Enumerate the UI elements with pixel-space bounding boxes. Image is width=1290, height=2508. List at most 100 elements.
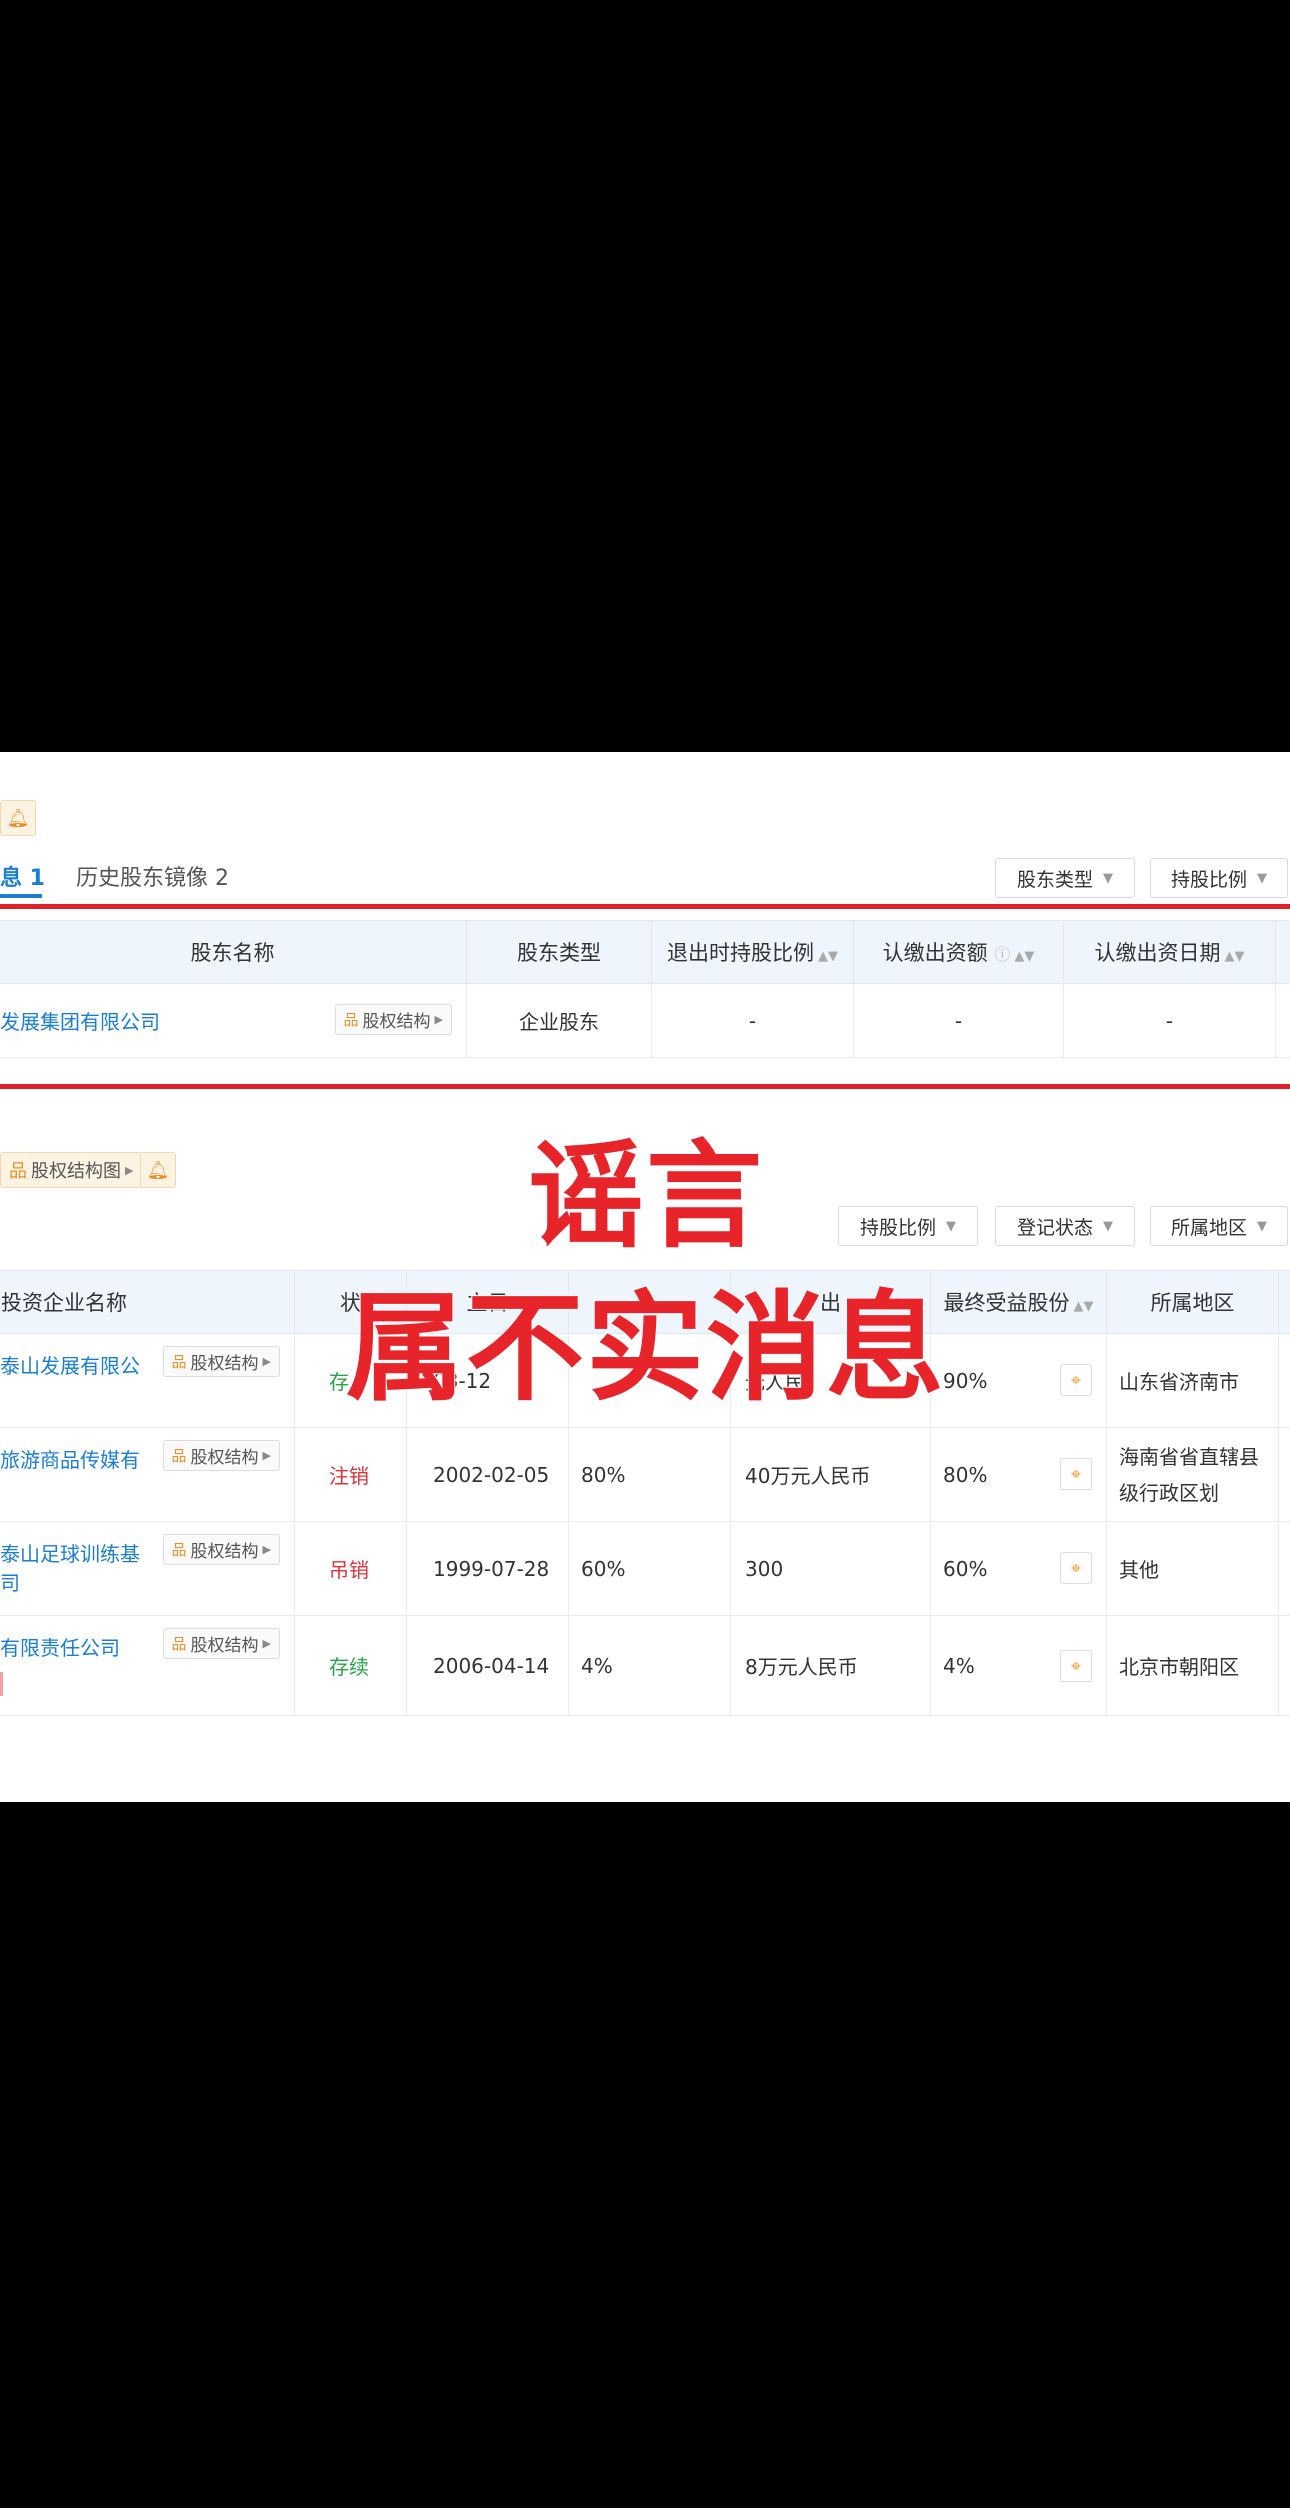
cell-name: 发展集团有限公司 品股权结构 ▶	[0, 983, 467, 1058]
cell-amount: -	[853, 983, 1064, 1058]
shareholder-table: 股东名称 股东类型 退出时持股比例 ▲▼ 认缴出资额 ⓘ ▲▼ 认缴出资日期 ▲▼ 发…	[0, 920, 1290, 1058]
active-tab-indicator	[0, 894, 42, 898]
sort-icon: ▲▼	[1224, 949, 1245, 964]
rumor-caption: 谣言	[527, 1128, 764, 1265]
cell-name: 泰山发展有限公 品股权结构 ▶	[0, 1333, 295, 1428]
col-overflow	[1278, 1270, 1290, 1334]
header-label: 退出时持股比例	[667, 941, 814, 965]
red-highlight-line	[0, 904, 1290, 909]
col-shareholder-name: 股东名称	[0, 920, 467, 984]
tab-history-mirror[interactable]: 历史股东镜像 2	[76, 860, 229, 892]
col-overflow	[1275, 920, 1290, 984]
filter-region[interactable]: 所属地区 ▼	[1150, 1206, 1288, 1246]
company-link[interactable]: 泰山足球训练基	[0, 1542, 140, 1566]
benefit-value: 80%	[943, 1462, 988, 1487]
red-highlight-line	[0, 1084, 1290, 1089]
button-label: 股权结构	[190, 1542, 259, 1562]
company-link[interactable]: 有限责任公司	[0, 1636, 120, 1660]
bell-icon[interactable]: 🔔︎	[140, 1152, 176, 1188]
table-row: 泰山足球训练基 司 品股权结构 ▶ 吊销 1999-07-28 60% 300 6…	[0, 1521, 1290, 1616]
org-chart-icon: 品	[9, 1161, 27, 1182]
cell-region: 海南省省直辖县级行政区划	[1106, 1427, 1279, 1522]
target-icon[interactable]: ⌖	[1060, 1650, 1092, 1682]
cell-date: -	[1063, 983, 1276, 1058]
false-info-caption: 属不实消息	[345, 1278, 947, 1418]
col-subscribed-amount[interactable]: 认缴出资额 ⓘ ▲▼	[853, 920, 1064, 984]
equity-structure-button[interactable]: 品股权结构 ▶	[334, 1004, 452, 1035]
benefit-value: 90%	[943, 1368, 988, 1393]
filter-registration-status[interactable]: 登记状态 ▼	[995, 1206, 1135, 1246]
caret-right-icon: ▶	[434, 1013, 443, 1026]
cell-ratio: 4%	[568, 1615, 731, 1716]
cell-name: 有限责任公司 品股权结构 ▶	[0, 1615, 295, 1716]
cell-region: 其他	[1106, 1521, 1279, 1616]
col-beneficial-share[interactable]: 最终受益股份 ▲▼	[930, 1270, 1107, 1334]
bell-icon[interactable]: 🔔︎	[0, 800, 36, 836]
header-label: 最终受益股份	[943, 1291, 1070, 1315]
cell-status: 吊销	[294, 1521, 407, 1616]
caret-right-icon: ▶	[262, 1543, 271, 1556]
filter-label: 所属地区	[1170, 1216, 1247, 1239]
filter-shareholder-type[interactable]: 股东类型 ▼	[995, 858, 1135, 898]
cell-region: 北京市朝阳区	[1106, 1615, 1279, 1716]
cell-overflow	[1278, 1427, 1290, 1522]
filter-label: 登记状态	[1016, 1216, 1093, 1239]
cell-ratio: 80%	[568, 1427, 731, 1522]
caret-right-icon: ▶	[125, 1163, 134, 1177]
company-link[interactable]: 发展集团有限公司	[0, 1010, 160, 1034]
col-region: 所属地区	[1106, 1270, 1279, 1334]
equity-structure-button[interactable]: 品股权结构 ▶	[162, 1440, 280, 1471]
button-label: 股权结构	[190, 1448, 259, 1468]
caret-right-icon: ▶	[262, 1637, 271, 1650]
cell-name: 泰山足球训练基 司 品股权结构 ▶	[0, 1521, 295, 1616]
cell-benefit: 60% ⌖	[930, 1521, 1107, 1616]
table-row: 发展集团有限公司 品股权结构 ▶ 企业股东 - - -	[0, 983, 1290, 1058]
table-row: 有限责任公司 品股权结构 ▶ 存续 2006-04-14 4% 8万元人民币 4%…	[0, 1615, 1290, 1716]
cell-capital: 300	[730, 1521, 931, 1616]
target-icon[interactable]: ⌖	[1060, 1458, 1092, 1490]
equity-structure-chart-button[interactable]: 品股权结构图 ▶	[0, 1152, 143, 1188]
help-icon[interactable]: ⓘ	[994, 945, 1010, 964]
header-label: 认缴出资额	[882, 941, 988, 965]
cell-overflow	[1278, 1521, 1290, 1616]
target-icon[interactable]: ⌖	[1060, 1552, 1092, 1584]
button-label: 股权结构	[190, 1636, 259, 1656]
filter-label: 持股比例	[1170, 868, 1247, 891]
tab-shareholders[interactable]: 息 1	[0, 860, 45, 892]
screenshot-panel: 🔔︎ 息 1 历史股东镜像 2 股东类型 ▼ 持股比例 ▼ 股东名称 股东类型 退出…	[0, 752, 1290, 1802]
sort-icon: ▲▼	[1014, 949, 1035, 964]
filter-holding-ratio[interactable]: 持股比例 ▼	[1150, 858, 1288, 898]
org-chart-icon: 品	[171, 1353, 187, 1371]
col-shareholder-type: 股东类型	[466, 920, 652, 984]
filter-label: 股东类型	[1016, 868, 1093, 891]
cell-status: 存续	[294, 1615, 407, 1716]
cell-region: 山东省济南市	[1106, 1333, 1279, 1428]
org-chart-icon: 品	[171, 1635, 187, 1653]
col-exit-ratio[interactable]: 退出时持股比例 ▲▼	[651, 920, 854, 984]
benefit-value: 4%	[943, 1653, 975, 1678]
target-icon[interactable]: ⌖	[1060, 1364, 1092, 1396]
table-row: 旅游商品传媒有 品股权结构 ▶ 注销 2002-02-05 80% 40万元人民币…	[0, 1427, 1290, 1522]
caret-down-icon: ▼	[1257, 870, 1267, 886]
header-label: 认缴出资日期	[1094, 941, 1221, 965]
company-link-continued[interactable]: 司	[0, 1571, 20, 1595]
cell-benefit: 4% ⌖	[930, 1615, 1107, 1716]
benefit-value: 60%	[943, 1556, 988, 1581]
col-company-name: 投资企业名称	[0, 1270, 295, 1334]
filter-holding-ratio[interactable]: 持股比例 ▼	[838, 1206, 978, 1246]
button-label: 股权结构	[190, 1354, 259, 1374]
equity-structure-button[interactable]: 品股权结构 ▶	[162, 1346, 280, 1377]
cell-overflow	[1278, 1333, 1290, 1428]
button-label: 股权结构图	[31, 1161, 121, 1182]
org-chart-icon: 品	[171, 1447, 187, 1465]
equity-structure-button[interactable]: 品股权结构 ▶	[162, 1628, 280, 1659]
cell-date: 2002-02-05	[406, 1427, 569, 1522]
button-label: 股权结构	[362, 1012, 431, 1032]
col-subscribed-date[interactable]: 认缴出资日期 ▲▼	[1063, 920, 1276, 984]
caret-down-icon: ▼	[1103, 870, 1113, 886]
company-link[interactable]: 泰山发展有限公	[0, 1354, 140, 1378]
caret-right-icon: ▶	[262, 1355, 271, 1368]
cell-ratio: -	[651, 983, 854, 1058]
company-link[interactable]: 旅游商品传媒有	[0, 1448, 140, 1472]
equity-structure-button[interactable]: 品股权结构 ▶	[162, 1534, 280, 1565]
